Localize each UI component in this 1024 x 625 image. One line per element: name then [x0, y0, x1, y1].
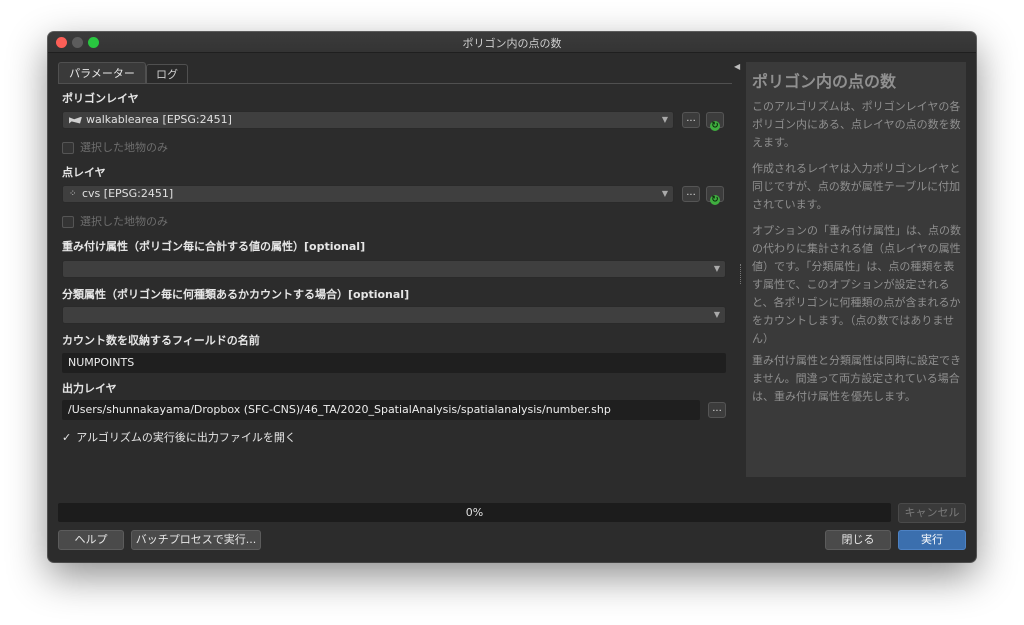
title-bar: ポリゴン内の点の数: [48, 32, 976, 53]
point-layer-label: 点レイヤ: [62, 166, 106, 179]
batch-process-button[interactable]: バッチプロセスで実行...: [131, 530, 261, 550]
count-field-label: カウント数を収納するフィールドの名前: [62, 334, 260, 347]
chevron-down-icon: ▼: [713, 264, 720, 273]
help-paragraph: このアルゴリズムは、ポリゴンレイヤの各ポリゴン内にある、点レイヤの点の数を数えま…: [752, 100, 961, 149]
polygon-layer-icon: [69, 116, 82, 124]
help-paragraph: 作成されるレイヤは入力ポリゴンレイヤと同じですが、点の数が属性テーブルに付加され…: [752, 162, 961, 211]
help-paragraph: オプションの「重み付け属性」は、点の数の代わりに集計される値（点レイヤの属性値）…: [752, 224, 961, 345]
point-layer-browse-button[interactable]: ...: [682, 186, 700, 202]
close-button[interactable]: 閉じる: [825, 530, 891, 550]
count-field-input[interactable]: NUMPOINTS: [62, 353, 726, 373]
polygon-layer-label: ポリゴンレイヤ: [62, 92, 139, 105]
checkbox-box: [62, 216, 74, 228]
polygon-layer-refresh-button[interactable]: ↻: [706, 112, 724, 131]
checkbox-box: [62, 142, 74, 154]
point-layer-select[interactable]: ⁘ cvs [EPSG:2451] ▼: [62, 185, 674, 203]
point-selected-only-checkbox[interactable]: 選択した地物のみ: [62, 213, 168, 229]
progress-text: 0%: [465, 506, 484, 519]
polygon-layer-browse-button[interactable]: ...: [682, 112, 700, 128]
chevron-down-icon: ▼: [713, 310, 720, 319]
window-title: ポリゴン内の点の数: [462, 37, 562, 50]
help-panel: ポリゴン内の点の数 このアルゴリズムは、ポリゴンレイヤの各ポリゴン内にある、点レ…: [746, 62, 966, 477]
point-selected-only-label: 選択した地物のみ: [80, 215, 168, 228]
point-layer-icon: ⁘: [69, 189, 77, 199]
tab-log[interactable]: ログ: [146, 64, 188, 83]
point-layer-refresh-button[interactable]: ↻: [706, 186, 724, 205]
help-button[interactable]: ヘルプ: [58, 530, 124, 550]
output-layer-label: 出力レイヤ: [62, 382, 117, 395]
polygon-selected-only-checkbox[interactable]: 選択した地物のみ: [62, 139, 168, 155]
help-title: ポリゴン内の点の数: [752, 72, 897, 91]
open-output-label: アルゴリズムの実行後に出力ファイルを開く: [76, 431, 296, 444]
chevron-down-icon: ▼: [661, 189, 668, 198]
weight-field-select[interactable]: ▼: [62, 260, 726, 278]
checkmark-icon: ✓: [62, 431, 72, 444]
splitter-handle[interactable]: [740, 264, 743, 284]
collapse-help-icon[interactable]: ◀: [734, 62, 740, 71]
refresh-icon: ↻: [710, 121, 720, 131]
parameters-panel: ポリゴンレイヤ walkablearea [EPSG:2451] ▼ ... ↻…: [58, 83, 732, 478]
dialog-window: ポリゴン内の点の数 パラメーター ログ ポリゴンレイヤ walkablearea…: [48, 32, 976, 562]
cancel-button[interactable]: キャンセル: [898, 503, 966, 523]
class-field-label: 分類属性（ポリゴン毎に何種類あるかカウントする場合）[optional]: [62, 288, 410, 301]
polygon-layer-select[interactable]: walkablearea [EPSG:2451] ▼: [62, 111, 674, 129]
chevron-down-icon: ▼: [661, 115, 668, 124]
open-output-checkbox[interactable]: ✓ アルゴリズムの実行後に出力ファイルを開く: [62, 429, 296, 445]
output-browse-button[interactable]: ...: [708, 402, 726, 418]
point-layer-value: cvs [EPSG:2451]: [82, 187, 174, 200]
polygon-layer-value: walkablearea [EPSG:2451]: [86, 113, 232, 126]
weight-field-label: 重み付け属性（ポリゴン毎に合計する値の属性）[optional]: [62, 240, 366, 253]
polygon-selected-only-label: 選択した地物のみ: [80, 141, 168, 154]
help-paragraph: 重み付け属性と分類属性は同時に設定できません。間違って両方設定されている場合は、…: [752, 354, 961, 403]
refresh-icon: ↻: [710, 195, 720, 205]
class-field-select[interactable]: ▼: [62, 306, 726, 324]
tab-parameters[interactable]: パラメーター: [58, 62, 146, 83]
run-button[interactable]: 実行: [898, 530, 966, 550]
progress-bar: 0%: [58, 503, 891, 522]
output-path-input[interactable]: /Users/shunnakayama/Dropbox (SFC-CNS)/46…: [62, 400, 700, 420]
